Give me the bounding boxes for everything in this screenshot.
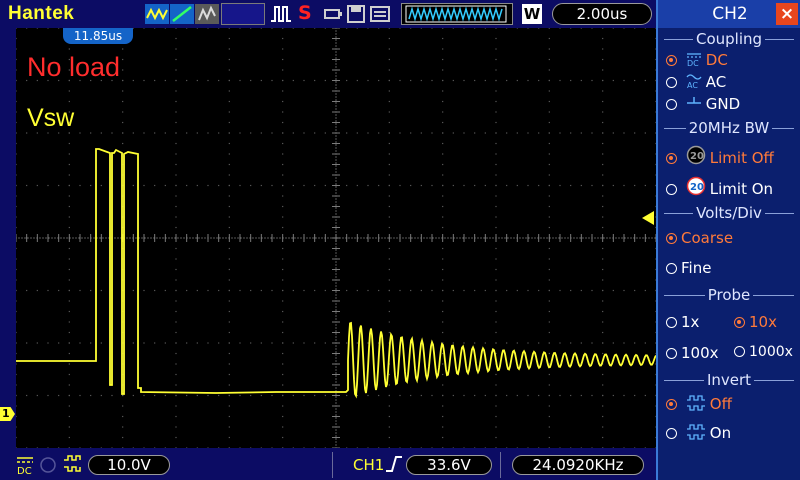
radio-icon bbox=[666, 317, 677, 328]
probe-option-100x[interactable]: 100x bbox=[666, 344, 719, 362]
svg-text:AC: AC bbox=[687, 81, 698, 89]
ac-icon: AC bbox=[686, 74, 702, 89]
bw-option-limit-off[interactable]: 20 Limit Off bbox=[666, 145, 774, 167]
invert-on-icon bbox=[686, 424, 705, 440]
radio-icon bbox=[666, 233, 677, 244]
waveform-display[interactable]: 11.85us No load Vsw bbox=[16, 28, 656, 448]
close-icon[interactable]: × bbox=[776, 3, 798, 25]
probe-option-10x[interactable]: 10x bbox=[734, 313, 777, 331]
usb-icon[interactable] bbox=[322, 4, 344, 24]
invert-off-icon bbox=[686, 395, 705, 411]
status-box bbox=[221, 3, 265, 25]
memory-overview-icon[interactable] bbox=[401, 3, 513, 25]
volts-div-option-coarse[interactable]: Coarse bbox=[666, 229, 733, 247]
probe-option-1x[interactable]: 1x bbox=[666, 313, 699, 331]
invert-title: Invert bbox=[658, 371, 800, 389]
radio-icon bbox=[666, 153, 677, 164]
timebase-readout[interactable]: 2.00us bbox=[552, 3, 652, 25]
ramp-mode-icon[interactable] bbox=[170, 4, 194, 24]
trigger-level-readout[interactable]: 33.6V bbox=[406, 455, 492, 475]
bw-limit-icon bbox=[40, 457, 56, 473]
radio-icon bbox=[734, 317, 745, 328]
rising-edge-icon bbox=[386, 456, 402, 472]
run-stop-indicator[interactable]: S bbox=[298, 2, 312, 24]
volts-div-option-fine[interactable]: Fine bbox=[666, 259, 711, 277]
coupling-option-gnd[interactable]: GND bbox=[666, 95, 740, 113]
radio-icon bbox=[666, 399, 677, 410]
bw-20-on-icon: 20 bbox=[686, 176, 706, 196]
annotation-noload: No load bbox=[27, 52, 121, 82]
ground-icon bbox=[686, 97, 701, 104]
bw-option-limit-on[interactable]: 20 Limit On bbox=[666, 176, 773, 198]
svg-text:20: 20 bbox=[690, 182, 704, 193]
volts-div-title: Volts/Div bbox=[658, 204, 800, 222]
waveform-mode-icon[interactable] bbox=[145, 4, 169, 24]
divider bbox=[500, 452, 501, 478]
annotation-vsw: Vsw bbox=[27, 104, 75, 132]
trigger-position-readout: 11.85us bbox=[63, 28, 133, 44]
dc-coupling-icon: DC bbox=[17, 457, 33, 476]
radio-icon bbox=[666, 77, 677, 88]
probe-option-1000x[interactable]: 1000x bbox=[734, 344, 793, 360]
radio-icon bbox=[666, 348, 677, 359]
channel-trace-line bbox=[16, 148, 656, 399]
channel-volts-readout[interactable]: 10.0V bbox=[88, 455, 170, 475]
persist-mode-icon[interactable] bbox=[195, 4, 219, 24]
invert-option-on[interactable]: On bbox=[666, 424, 731, 442]
top-status-bar: Hantek S W 2.00us bbox=[0, 0, 656, 28]
brand-logo: Hantek bbox=[8, 3, 75, 24]
trigger-source-label: CH1 bbox=[353, 456, 385, 474]
storage-icon[interactable] bbox=[369, 4, 391, 24]
divider bbox=[332, 452, 333, 478]
frequency-readout: 24.0920KHz bbox=[512, 455, 644, 475]
bw-20-off-icon: 20 bbox=[686, 145, 706, 165]
pulse-trigger-icon[interactable] bbox=[270, 4, 292, 24]
radio-icon bbox=[666, 184, 677, 195]
save-icon[interactable] bbox=[346, 4, 366, 24]
svg-text:DC: DC bbox=[17, 466, 32, 476]
invert-option-off[interactable]: Off bbox=[666, 395, 732, 413]
channel-gutter: 1 bbox=[0, 28, 16, 448]
radio-icon bbox=[666, 263, 677, 274]
trigger-level-marker[interactable] bbox=[642, 211, 654, 225]
radio-icon bbox=[666, 99, 677, 110]
radio-icon bbox=[666, 428, 677, 439]
channel-trace bbox=[16, 148, 656, 399]
dc-icon: DC bbox=[686, 53, 701, 67]
channel-1-marker[interactable]: 1 bbox=[0, 407, 15, 421]
svg-text:20: 20 bbox=[690, 151, 704, 162]
coupling-option-dc[interactable]: DC DC bbox=[666, 51, 728, 69]
probe-title: Probe bbox=[658, 286, 800, 304]
radio-icon bbox=[734, 346, 745, 357]
format-indicator: W bbox=[522, 4, 542, 24]
channel-menu: CH2 × Coupling DC DC AC AC GND 20MHz BW … bbox=[656, 0, 800, 480]
coupling-title: Coupling bbox=[658, 30, 800, 48]
bottom-status-bar: DC 10.0V CH1 33.6V 24.0920KHz bbox=[0, 448, 656, 480]
bw-title: 20MHz BW bbox=[658, 119, 800, 137]
svg-text:DC: DC bbox=[687, 59, 699, 67]
coupling-option-ac[interactable]: AC AC bbox=[666, 73, 726, 91]
radio-icon bbox=[666, 55, 677, 66]
invert-icon bbox=[64, 455, 81, 472]
